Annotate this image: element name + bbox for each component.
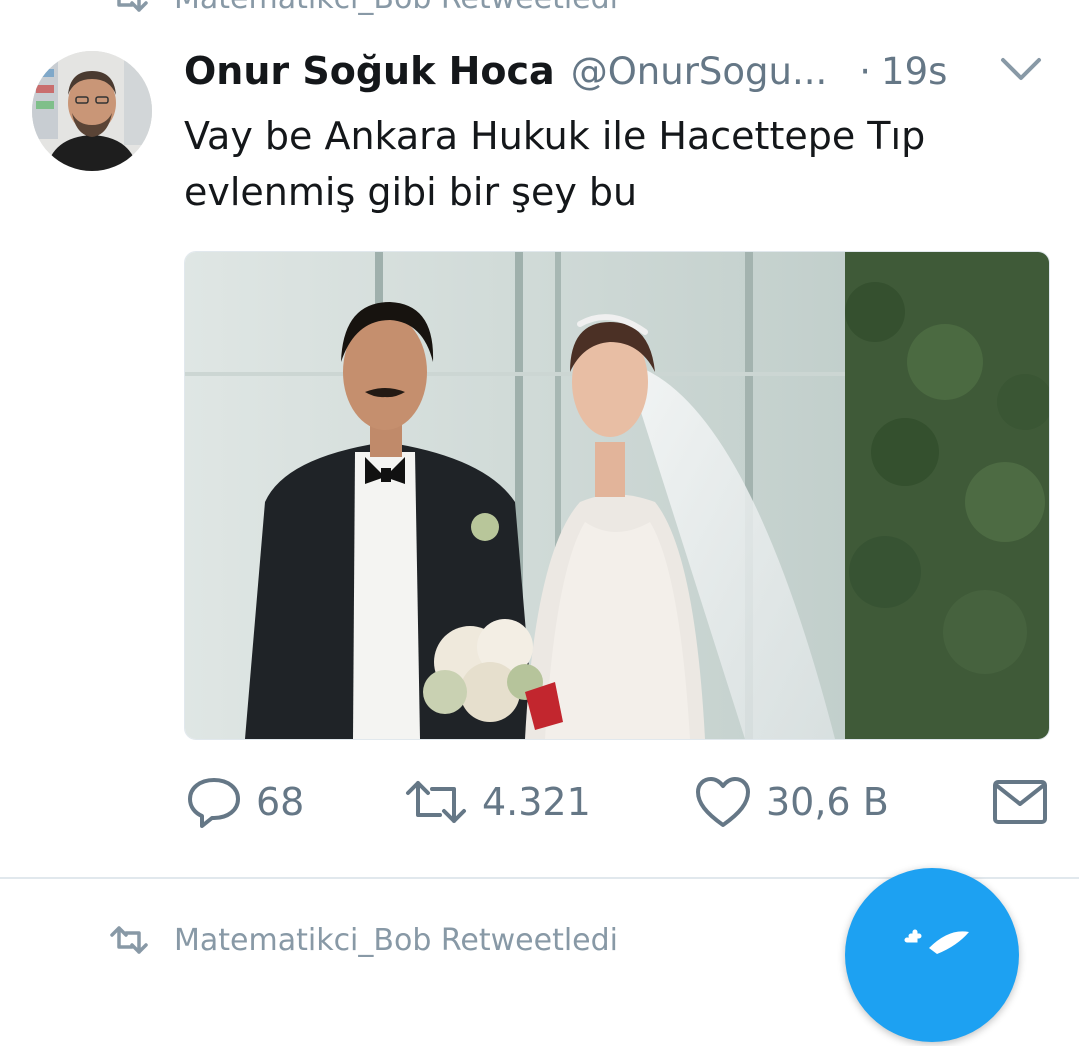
heart-icon[interactable] [694,775,752,829]
separator-dot: · [859,49,872,93]
tweet-actions: 68 4.321 30,6 B [0,770,1079,834]
tweet-photo[interactable] [184,251,1050,740]
author-name[interactable]: Onur Soğuk Hoca [184,49,555,93]
tweet-header: Onur Soğuk Hoca @OnurSogu... · 19s [184,44,947,98]
reply-count: 68 [256,780,305,824]
retweet-context-label: Matematikci_Bob Retweetledi [174,922,619,958]
compose-tweet-button[interactable] [845,868,1019,1042]
chevron-down-icon[interactable] [998,52,1044,86]
timestamp[interactable]: 19s [881,50,947,93]
speech-bubble-icon[interactable] [186,774,242,830]
retweet-icon [110,926,148,954]
like-count: 30,6 B [766,780,889,824]
retweet-count: 4.321 [482,780,591,824]
tweet[interactable]: Onur Soğuk Hoca @OnurSogu... · 19s Vay b… [0,0,1079,880]
tweet-text: Vay be Ankara Hukuk ile Hacettepe Tıp ev… [184,114,926,214]
avatar-photo [32,51,152,171]
retweet-context-bottom: Matematikci_Bob Retweetledi [110,920,618,960]
like-action[interactable]: 30,6 B [694,770,889,834]
reply-action[interactable]: 68 [186,770,304,834]
avatar[interactable] [32,51,152,171]
dm-action[interactable] [990,770,1050,834]
retweet-action[interactable]: 4.321 [404,770,591,834]
author-handle[interactable]: @OnurSogu... [571,50,828,93]
compose-tweet-icon [904,929,969,954]
retweet-arrows-icon[interactable] [404,777,468,827]
envelope-icon[interactable] [990,776,1050,828]
wedding-photo [185,252,1049,739]
